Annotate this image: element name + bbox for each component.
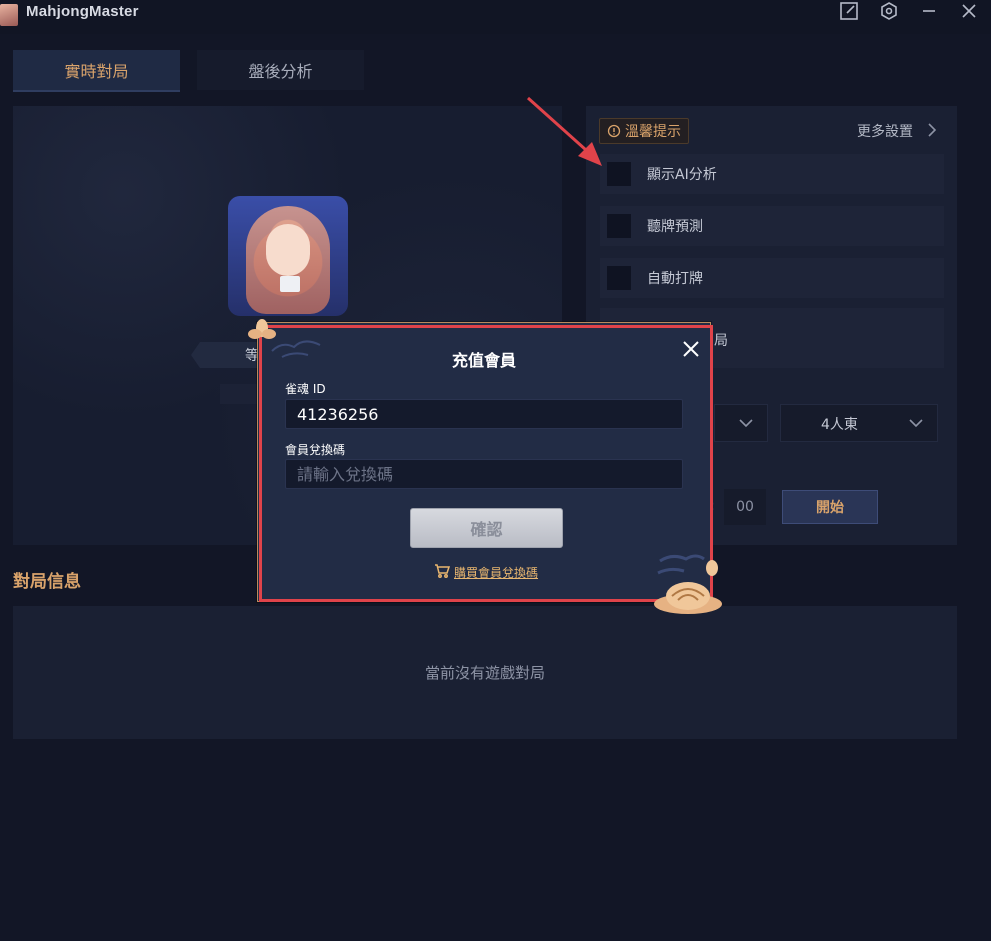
title-bar: MahjongMaster (0, 0, 991, 34)
settings-hex-icon[interactable] (874, 0, 904, 22)
option-label: 自動打牌 (647, 271, 703, 287)
close-window-icon[interactable] (954, 0, 984, 22)
edit-icon[interactable] (834, 0, 864, 22)
chevron-right-icon[interactable] (926, 122, 938, 142)
id-label: 雀魂 ID (285, 382, 326, 396)
buy-code-label: 購買會員兌換碼 (454, 566, 539, 580)
code-label: 會員兌換碼 (285, 443, 346, 457)
chevron-down-icon[interactable] (908, 414, 924, 433)
option-tenpai-predict[interactable]: 聽牌預測 (600, 206, 944, 246)
buy-code-link[interactable]: 購買會員兌換碼 (434, 564, 538, 581)
minimize-icon[interactable] (914, 0, 944, 22)
annotation-arrow-icon (526, 96, 602, 166)
checkbox[interactable] (607, 266, 631, 290)
option-label: 聽牌預測 (647, 219, 703, 235)
close-icon[interactable] (681, 339, 701, 359)
game-info-panel: 當前沒有遊戲對局 (13, 606, 957, 739)
select-mode-value: 4人東 (821, 417, 858, 433)
chevron-down-icon[interactable] (738, 414, 754, 433)
cart-icon (434, 564, 451, 581)
start-button[interactable]: 開始 (782, 490, 878, 524)
checkbox[interactable] (607, 214, 631, 238)
confirm-button[interactable]: 確認 (410, 508, 563, 548)
section-title-game-info: 對局信息 (13, 572, 81, 592)
tab-live-game[interactable]: 實時對局 (13, 50, 180, 92)
tips-button[interactable]: 溫馨提示 (599, 118, 689, 144)
app-title: MahjongMaster (26, 3, 139, 20)
dialog-title: 充值會員 (451, 351, 516, 370)
option-label: 局 (714, 333, 728, 349)
empty-state-text: 當前沒有遊戲對局 (424, 664, 545, 682)
option-show-ai[interactable]: 顯示AI分析 (600, 154, 944, 194)
flower-decoration-icon (654, 560, 722, 614)
option-auto-play[interactable]: 自動打牌 (600, 258, 944, 298)
more-settings-link[interactable]: 更多設置 (857, 121, 913, 141)
avatar (228, 196, 348, 316)
time-input[interactable]: 00 (724, 489, 766, 525)
app-logo-icon (0, 4, 18, 26)
tab-post-analysis[interactable]: 盤後分析 (197, 50, 364, 90)
tips-label: 溫馨提示 (625, 124, 681, 140)
id-field[interactable] (285, 399, 683, 429)
flower-decoration-icon (248, 319, 276, 339)
option-label: 顯示AI分析 (647, 167, 717, 183)
checkbox[interactable] (607, 162, 631, 186)
redeem-code-field[interactable] (285, 459, 683, 489)
recharge-membership-dialog: 充值會員 雀魂 ID 會員兌換碼 確認 購買會員兌換碼 (257, 322, 711, 602)
